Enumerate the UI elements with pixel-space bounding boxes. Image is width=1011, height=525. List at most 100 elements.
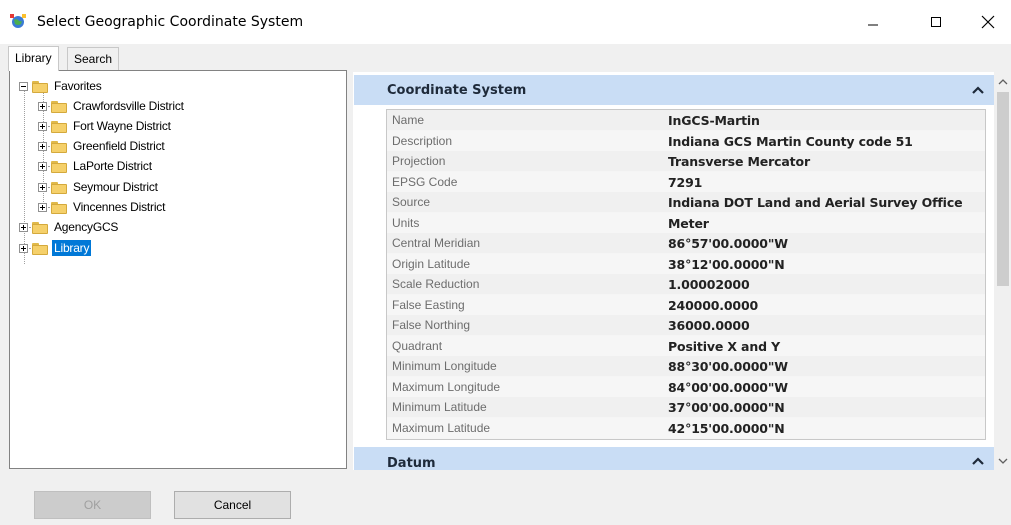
tree-node-greenfield[interactable]: Greenfield District: [38, 136, 167, 156]
globe-app-icon: [9, 12, 27, 30]
property-row: Units Meter: [387, 212, 985, 233]
property-value: InGCS-Martin: [668, 113, 760, 128]
details-panel: Coordinate System Name InGCS-Martin Descr…: [353, 72, 994, 470]
folder-icon: [51, 100, 67, 113]
ok-button[interactable]: OK: [34, 491, 151, 519]
property-grid: Name InGCS-Martin Description Indiana GCS …: [386, 109, 986, 440]
expand-icon[interactable]: [38, 101, 47, 111]
scroll-down-icon[interactable]: [998, 457, 1008, 465]
section-title: Coordinate System: [387, 83, 527, 98]
property-value: 86°57'00.0000"W: [668, 236, 788, 251]
expand-icon[interactable]: [19, 222, 28, 232]
collapse-icon[interactable]: [19, 81, 28, 91]
property-row: Origin Latitude 38°12'00.0000"N: [387, 253, 985, 274]
property-name: EPSG Code: [392, 174, 458, 189]
property-value: 7291: [668, 174, 703, 190]
section-title: Datum: [387, 456, 436, 470]
property-value: 37°00'00.0000"N: [668, 400, 785, 415]
scroll-thumb[interactable]: [997, 92, 1009, 286]
property-row: Quadrant Positive X and Y: [387, 335, 985, 356]
property-value: 38°12'00.0000"N: [668, 256, 785, 272]
tree-node-label: AgencyGCS: [54, 220, 119, 234]
property-name: Minimum Latitude: [392, 400, 487, 414]
minimize-button[interactable]: [850, 0, 896, 44]
tree-node-label: Favorites: [54, 79, 102, 93]
property-row: Maximum Longitude 84°00'00.0000"W: [387, 376, 985, 397]
expand-icon[interactable]: [38, 161, 47, 171]
folder-icon: [32, 242, 48, 255]
chevron-up-icon[interactable]: [972, 85, 984, 95]
property-row: False Northing 36000.0000: [387, 315, 985, 335]
tree-node-label: Crawfordsville District: [73, 99, 184, 113]
folder-icon: [51, 181, 67, 194]
folder-icon: [51, 160, 67, 173]
folder-icon: [51, 201, 67, 214]
coordinate-system-header[interactable]: Coordinate System: [354, 75, 994, 105]
tab-library[interactable]: Library: [8, 46, 59, 71]
property-value: Indiana DOT Land and Aerial Survey Offic…: [668, 195, 963, 210]
scroll-up-icon[interactable]: [998, 78, 1008, 86]
window-title: Select Geographic Coordinate System: [37, 14, 304, 30]
property-name: Units: [392, 215, 420, 230]
maximize-button[interactable]: [913, 0, 959, 44]
property-row: Central Meridian 86°57'00.0000"W: [387, 233, 985, 253]
property-name: Origin Latitude: [392, 256, 471, 271]
tree-node-vincennes[interactable]: Vincennes District: [38, 197, 167, 217]
maximize-icon: [931, 17, 941, 27]
datum-header[interactable]: Datum: [354, 447, 994, 470]
property-name: Scale Reduction: [392, 277, 480, 291]
property-value: Indiana GCS Martin County code 51: [668, 133, 913, 149]
folder-icon: [32, 80, 48, 93]
tree-node-label: Library: [52, 240, 92, 256]
folder-icon: [51, 120, 67, 133]
property-name: False Northing: [392, 318, 471, 332]
property-value: 36000.0000: [668, 318, 750, 333]
property-name: Maximum Longitude: [392, 379, 501, 394]
vertical-scrollbar[interactable]: [995, 72, 1011, 470]
close-icon: [981, 15, 995, 29]
expand-icon[interactable]: [38, 121, 47, 131]
title-bar: Select Geographic Coordinate System: [0, 0, 1011, 44]
tree-node-crawfordsville[interactable]: Crawfordsville District: [38, 96, 186, 116]
minimize-icon: [868, 24, 878, 26]
property-name: Central Meridian: [392, 236, 481, 250]
expand-icon[interactable]: [38, 182, 47, 192]
property-row: Source Indiana DOT Land and Aerial Survey…: [387, 192, 985, 212]
property-name: Maximum Latitude: [392, 420, 491, 435]
tree-node-label: Vincennes District: [73, 200, 166, 214]
property-value: 240000.0000: [668, 297, 759, 313]
property-name: Name: [392, 113, 425, 127]
cancel-button[interactable]: Cancel: [174, 491, 291, 519]
property-row: Minimum Longitude 88°30'00.0000"W: [387, 356, 985, 376]
expand-icon[interactable]: [19, 243, 28, 253]
close-button[interactable]: [965, 0, 1011, 44]
property-name: Description: [392, 133, 453, 148]
tree-node-laporte[interactable]: LaPorte District: [38, 156, 154, 176]
tree-node-agencygcs[interactable]: AgencyGCS: [19, 217, 120, 237]
property-row: Description Indiana GCS Martin County cod…: [387, 130, 985, 151]
property-name: Quadrant: [392, 338, 443, 353]
tree-node-seymour[interactable]: Seymour District: [38, 177, 160, 197]
tree-node-fort-wayne[interactable]: Fort Wayne District: [38, 116, 173, 136]
folder-icon: [32, 221, 48, 234]
property-row: False Easting 240000.0000: [387, 294, 985, 315]
property-value: 88°30'00.0000"W: [668, 359, 788, 374]
property-row: Maximum Latitude 42°15'00.0000"N: [387, 417, 985, 438]
property-row: Minimum Latitude 37°00'00.0000"N: [387, 397, 985, 417]
expand-icon[interactable]: [38, 202, 47, 212]
chevron-up-icon[interactable]: [972, 456, 984, 466]
property-value: Meter: [668, 215, 709, 231]
property-name: False Easting: [392, 297, 465, 312]
property-row: Projection Transverse Mercator: [387, 151, 985, 171]
tree-node-favorites[interactable]: Favorites: [19, 76, 104, 96]
tab-search[interactable]: Search: [67, 47, 120, 70]
expand-icon[interactable]: [38, 141, 47, 151]
property-row: Name InGCS-Martin: [387, 110, 985, 130]
tree-node-label: Greenfield District: [73, 139, 165, 153]
tree-node-library[interactable]: Library: [19, 238, 92, 258]
library-tree[interactable]: Favorites Crawfordsville District Fort W…: [9, 70, 347, 469]
property-row: EPSG Code 7291: [387, 171, 985, 192]
tree-node-label: LaPorte District: [73, 159, 152, 173]
property-name: Projection: [392, 154, 446, 168]
property-value: 1.00002000: [668, 277, 750, 292]
